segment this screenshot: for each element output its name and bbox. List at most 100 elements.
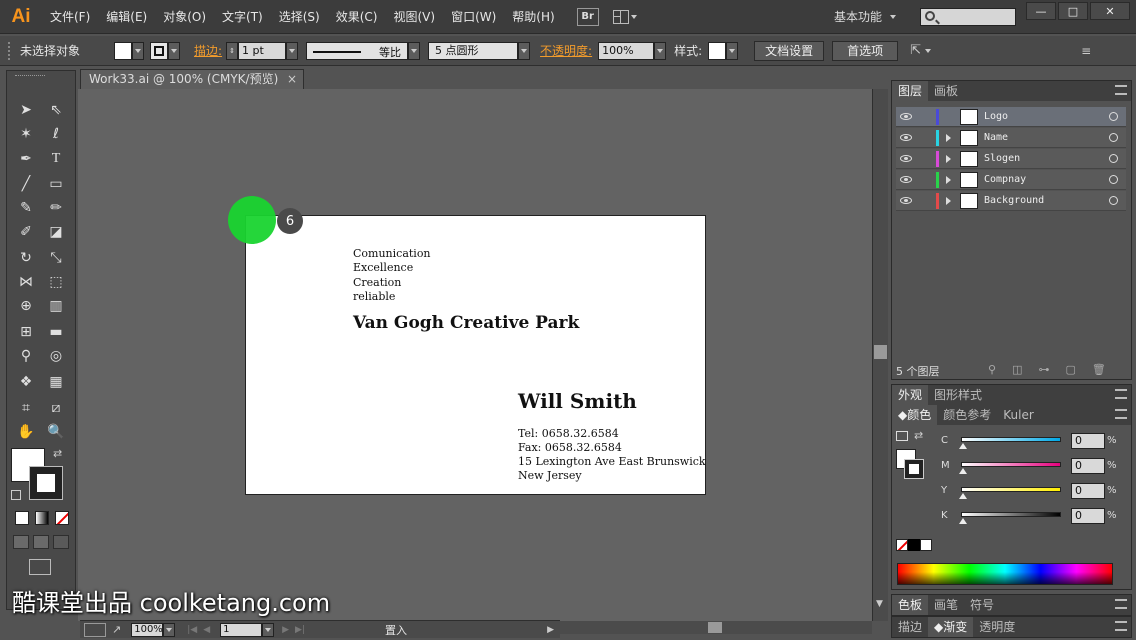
black-color-icon[interactable] — [908, 539, 920, 551]
preferences-button[interactable]: 首选项 — [832, 40, 899, 61]
panel-menu-icon[interactable] — [1115, 409, 1127, 419]
column-graph-tool-icon[interactable]: ▦ — [45, 371, 67, 393]
slider-knob[interactable] — [959, 493, 967, 499]
first-artboard-icon[interactable]: |◀ — [187, 625, 197, 635]
tel-line[interactable]: Tel: 0658.32.6584 — [518, 427, 619, 440]
layer-row[interactable]: Compnay — [896, 170, 1126, 190]
previous-artboard-icon[interactable]: ◀ — [203, 625, 210, 635]
slider-c[interactable]: C 0% — [941, 433, 1121, 451]
share-icon[interactable]: ↗ — [112, 623, 121, 636]
clipping-mask-icon[interactable]: ◫ — [1012, 363, 1022, 376]
target-circle-icon[interactable] — [1109, 154, 1118, 163]
tab-transparency[interactable]: 透明度 — [973, 617, 1021, 637]
slider-value-input[interactable]: 0 — [1071, 508, 1105, 524]
rectangle-tool-icon[interactable]: ▭ — [45, 173, 67, 195]
swap-colors-icon[interactable]: ⇄ — [53, 447, 62, 460]
slogan-line-1[interactable]: Comunication — [353, 247, 431, 260]
color-spectrum[interactable] — [897, 563, 1113, 585]
tab-kuler[interactable]: Kuler — [997, 405, 1040, 425]
draw-inside-icon[interactable] — [53, 535, 69, 549]
address-line-2[interactable]: New Jersey — [518, 469, 582, 482]
next-artboard-icon[interactable]: ▶ — [282, 625, 289, 635]
slider-knob[interactable] — [959, 443, 967, 449]
menu-select[interactable]: 选择(S) — [271, 0, 328, 34]
layer-name[interactable]: Slogen — [984, 153, 1020, 164]
slider-y[interactable]: Y 0% — [941, 483, 1121, 501]
tab-appearance[interactable]: 外观 — [892, 385, 929, 405]
arrange-documents-button[interactable] — [612, 9, 637, 24]
draw-normal-icon[interactable] — [13, 535, 29, 549]
tab-color-guide[interactable]: 颜色参考 — [937, 405, 997, 425]
stroke-weight-input[interactable]: 1 pt — [238, 41, 287, 60]
pencil-tool-icon[interactable]: ✏ — [45, 197, 67, 219]
slider-value-input[interactable]: 0 — [1071, 483, 1105, 499]
tab-color[interactable]: ◆颜色 — [892, 405, 938, 425]
blend-tool-icon[interactable]: ◎ — [45, 345, 67, 367]
person-name[interactable]: Will Smith — [518, 389, 637, 413]
direct-selection-tool-icon[interactable]: ⇖ — [45, 99, 67, 121]
slider-value-input[interactable]: 0 — [1071, 458, 1105, 474]
layer-name[interactable]: Name — [984, 132, 1008, 143]
layer-name[interactable]: Background — [984, 195, 1044, 206]
layer-row[interactable]: Background — [896, 191, 1126, 211]
target-circle-icon[interactable] — [1109, 175, 1118, 184]
layer-row[interactable]: Logo — [896, 107, 1126, 127]
profile-dropdown[interactable] — [408, 41, 421, 60]
delete-layer-icon[interactable]: 🗑 — [1092, 363, 1106, 376]
panel-menu-icon[interactable] — [1115, 389, 1127, 399]
paintbrush-tool-icon[interactable]: ✎ — [15, 197, 37, 219]
stroke-label[interactable]: 描边: — [194, 42, 222, 59]
expand-triangle-icon[interactable] — [946, 197, 951, 205]
zoom-dropdown[interactable] — [163, 622, 176, 637]
address-line-1[interactable]: 15 Lexington Ave East Brunswick — [518, 455, 706, 468]
pen-tool-icon[interactable]: ✒ — [15, 148, 37, 170]
panel-menu-icon[interactable] — [1115, 621, 1127, 631]
close-tab-icon[interactable]: × — [287, 70, 297, 88]
eraser-tool-icon[interactable]: ◪ — [45, 221, 67, 243]
tab-symbols[interactable]: 符号 — [964, 595, 1000, 615]
line-tool-icon[interactable]: ╱ — [15, 173, 37, 195]
last-artboard-icon[interactable]: ▶| — [295, 625, 305, 635]
none-color-icon[interactable] — [896, 539, 908, 551]
width-tool-icon[interactable]: ⋈ — [15, 271, 37, 293]
restore-button[interactable]: □ — [1058, 2, 1088, 20]
target-circle-icon[interactable] — [1109, 133, 1118, 142]
stroke-swatch[interactable] — [150, 41, 168, 60]
menu-object[interactable]: 对象(O) — [155, 0, 214, 34]
target-circle-icon[interactable] — [1109, 196, 1118, 205]
scroll-down-icon[interactable]: ▼ — [876, 599, 883, 609]
tab-artboards[interactable]: 画板 — [928, 81, 964, 101]
shape-builder-tool-icon[interactable]: ⊕ — [15, 295, 37, 317]
menu-file[interactable]: 文件(F) — [42, 0, 98, 34]
slogan-line-3[interactable]: Creation — [353, 276, 401, 289]
draw-behind-icon[interactable] — [33, 535, 49, 549]
layer-name[interactable]: Logo — [984, 111, 1008, 122]
tab-graphic-styles[interactable]: 图形样式 — [928, 385, 988, 405]
color-mode-icon[interactable] — [15, 511, 29, 525]
rotate-tool-icon[interactable]: ↻ — [15, 247, 37, 269]
hand-tool-icon[interactable]: ✋ — [15, 421, 37, 443]
opacity-input[interactable]: 100% — [598, 41, 655, 60]
bridge-button[interactable]: Br — [576, 7, 599, 26]
slider-k[interactable]: K 0% — [941, 508, 1121, 526]
menu-edit[interactable]: 编辑(E) — [98, 0, 155, 34]
visibility-eye-icon[interactable] — [900, 197, 912, 204]
menu-window[interactable]: 窗口(W) — [443, 0, 504, 34]
expand-triangle-icon[interactable] — [946, 155, 951, 163]
stroke-weight-dropdown[interactable] — [286, 41, 299, 60]
gpu-icon[interactable] — [84, 622, 106, 637]
menu-effect[interactable]: 效果(C) — [328, 0, 386, 34]
menu-view[interactable]: 视图(V) — [385, 0, 443, 34]
brush-dropdown[interactable] — [518, 41, 531, 60]
slider-value-input[interactable]: 0 — [1071, 433, 1105, 449]
slider-track[interactable] — [961, 512, 1061, 517]
type-tool-icon[interactable]: T — [45, 148, 67, 170]
artboard-tool-icon[interactable]: ⌗ — [15, 397, 37, 419]
stroke-color-swatch[interactable] — [29, 466, 63, 500]
vertical-scrollbar[interactable]: ▼ — [872, 89, 888, 621]
visibility-eye-icon[interactable] — [900, 134, 912, 141]
graphic-style-swatch[interactable] — [708, 41, 727, 60]
slider-track[interactable] — [961, 462, 1061, 467]
slider-m[interactable]: M 0% — [941, 458, 1121, 476]
opacity-label[interactable]: 不透明度: — [540, 42, 592, 59]
